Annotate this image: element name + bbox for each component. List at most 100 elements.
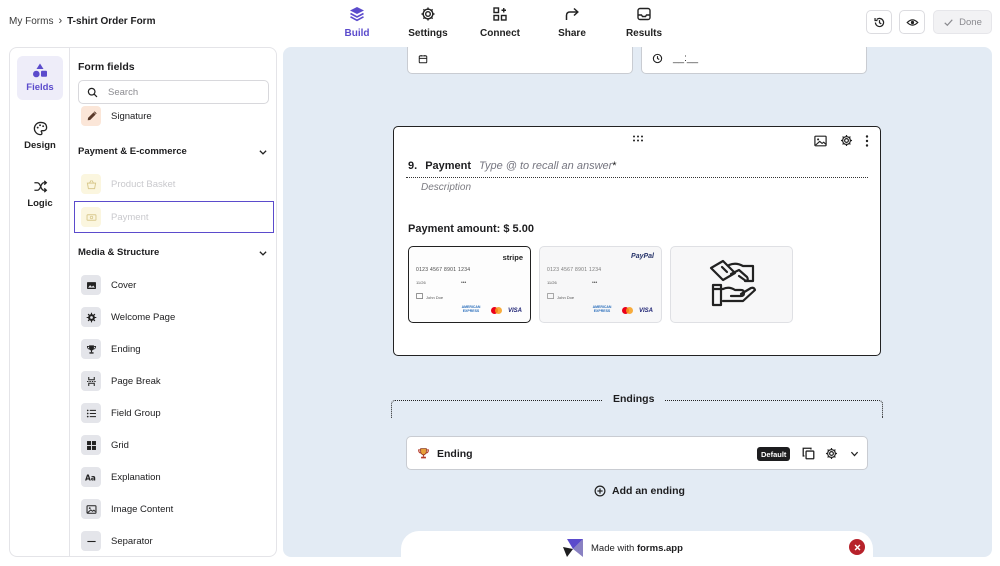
payment-option-paypal[interactable]: PayPal 0123 4567 8901 1234 11/26 ••• Joh… [539, 246, 662, 323]
image-icon[interactable] [814, 135, 827, 147]
separator-icon [81, 531, 101, 551]
welcome-gear-icon [81, 307, 101, 327]
done-button[interactable]: Done [933, 10, 992, 34]
field-grid-label: Grid [111, 439, 129, 451]
amex-logo: AMERICAN EXPRESS [461, 305, 481, 314]
history-icon [873, 16, 886, 29]
made-with-text: Made with forms.app [591, 543, 683, 554]
forms-app-logo [561, 537, 585, 557]
text-icon: Aa [81, 467, 101, 487]
card-holder: John Doe [426, 295, 444, 300]
payment-option-stripe[interactable]: stripe 0123 4567 8901 1234 11/26 ••• Joh… [408, 246, 531, 323]
gear-icon[interactable] [840, 134, 853, 147]
card-number: 0123 4567 8901 1234 [547, 267, 602, 273]
field-payment-label: Payment [111, 211, 149, 223]
left-rail: Fields Design Logic [9, 47, 70, 557]
ending-item[interactable]: Ending Default [406, 436, 868, 470]
tab-results-label: Results [625, 28, 663, 39]
field-page-break-label: Page Break [111, 375, 161, 387]
breadcrumb-current-form: T-shirt Order Form [67, 15, 156, 27]
palette-icon [33, 121, 48, 136]
field-field-group[interactable]: Field Group [78, 398, 274, 428]
check-icon [943, 17, 954, 28]
payment-option-offline[interactable] [670, 246, 793, 323]
field-ending-label: Ending [111, 343, 141, 355]
tab-settings[interactable]: Settings [398, 6, 458, 39]
field-explanation[interactable]: Aa Explanation [78, 462, 274, 492]
default-badge: Default [757, 447, 791, 461]
card-cvv: ••• [592, 280, 598, 286]
question-title-text: Payment [425, 160, 472, 172]
rail-fields[interactable]: Fields [17, 56, 63, 100]
field-welcome-page[interactable]: Welcome Page [78, 302, 274, 332]
tab-build[interactable]: Build [327, 6, 387, 39]
made-with-brand: forms.app [636, 543, 683, 554]
add-ending-label: Add an ending [612, 485, 685, 497]
close-banner-button[interactable] [849, 539, 865, 555]
section-payment-title: Payment & E-commerce [78, 146, 187, 157]
card-expiry: 11/26 [547, 280, 557, 285]
tab-connect[interactable]: Connect [470, 6, 530, 39]
breadcrumb: My Forms › T-shirt Order Form [9, 15, 155, 27]
inbox-icon [636, 6, 652, 22]
field-page-break[interactable]: Page Break [78, 366, 274, 396]
tab-build-label: Build [344, 28, 370, 39]
card-chip-icon [416, 293, 423, 299]
rail-logic[interactable]: Logic [17, 172, 63, 216]
breadcrumb-my-forms[interactable]: My Forms [9, 16, 53, 27]
section-media-structure[interactable]: Media & Structure [78, 247, 268, 258]
search-input[interactable] [108, 86, 258, 98]
field-separator[interactable]: Separator [78, 526, 274, 556]
field-grid[interactable]: Grid [78, 430, 274, 460]
field-payment[interactable]: Payment [74, 201, 274, 233]
section-payment-ecommerce[interactable]: Payment & E-commerce [78, 146, 268, 157]
top-bar: My Forms › T-shirt Order Form Build Sett… [0, 0, 1000, 46]
calendar-icon [418, 54, 428, 64]
tab-results[interactable]: Results [614, 6, 674, 39]
field-cover-label: Cover [111, 279, 137, 291]
field-ending[interactable]: Ending [78, 334, 274, 364]
mastercard-logo [622, 307, 633, 314]
endings-title: Endings [603, 393, 665, 405]
payment-amount: Payment amount: $ 5.00 [408, 223, 534, 235]
chevron-down-icon[interactable] [849, 449, 860, 459]
date-input[interactable] [407, 47, 633, 74]
field-cover[interactable]: Cover [78, 270, 274, 300]
tab-share[interactable]: Share [542, 6, 602, 39]
stripe-logo: stripe [502, 253, 523, 262]
clock-icon [652, 53, 663, 64]
gear-icon [420, 6, 436, 22]
preview-button[interactable] [899, 10, 925, 34]
paypal-logo: PayPal [631, 253, 654, 260]
layers-icon [349, 6, 365, 22]
field-product-basket[interactable]: Product Basket [78, 169, 274, 199]
more-vertical-icon[interactable] [865, 135, 869, 147]
field-image-content[interactable]: Image Content [78, 494, 274, 524]
duplicate-icon[interactable] [802, 447, 815, 460]
grid-icon [81, 435, 101, 455]
question-description[interactable]: Description [421, 182, 471, 193]
field-signature[interactable]: Signature [78, 101, 274, 131]
add-ending-button[interactable]: Add an ending [594, 485, 685, 497]
amex-logo: AMERICAN EXPRESS [592, 305, 612, 314]
rail-design[interactable]: Design [17, 114, 63, 158]
page-break-icon [81, 371, 101, 391]
panel-title: Form fields [78, 61, 135, 73]
field-explanation-label: Explanation [111, 471, 161, 483]
question-title[interactable]: 9. Payment Type @ to recall an answer* [408, 160, 617, 172]
breadcrumb-separator: › [58, 15, 63, 27]
list-icon [81, 403, 101, 423]
payment-question-card[interactable]: 9. Payment Type @ to recall an answer* D… [393, 126, 881, 356]
card-number: 0123 4567 8901 1234 [416, 267, 471, 273]
card-cvv: ••• [461, 280, 467, 286]
share-icon [564, 6, 580, 22]
gear-icon[interactable] [825, 447, 838, 460]
ending-item-label: Ending [437, 448, 473, 460]
trophy-icon [81, 339, 101, 359]
required-mark: * [612, 160, 617, 172]
history-button[interactable] [866, 10, 892, 34]
card-holder: John Doe [557, 295, 575, 300]
trophy-icon [417, 447, 430, 460]
time-input[interactable]: __:__ [641, 47, 867, 74]
drag-handle-icon[interactable] [632, 135, 644, 142]
